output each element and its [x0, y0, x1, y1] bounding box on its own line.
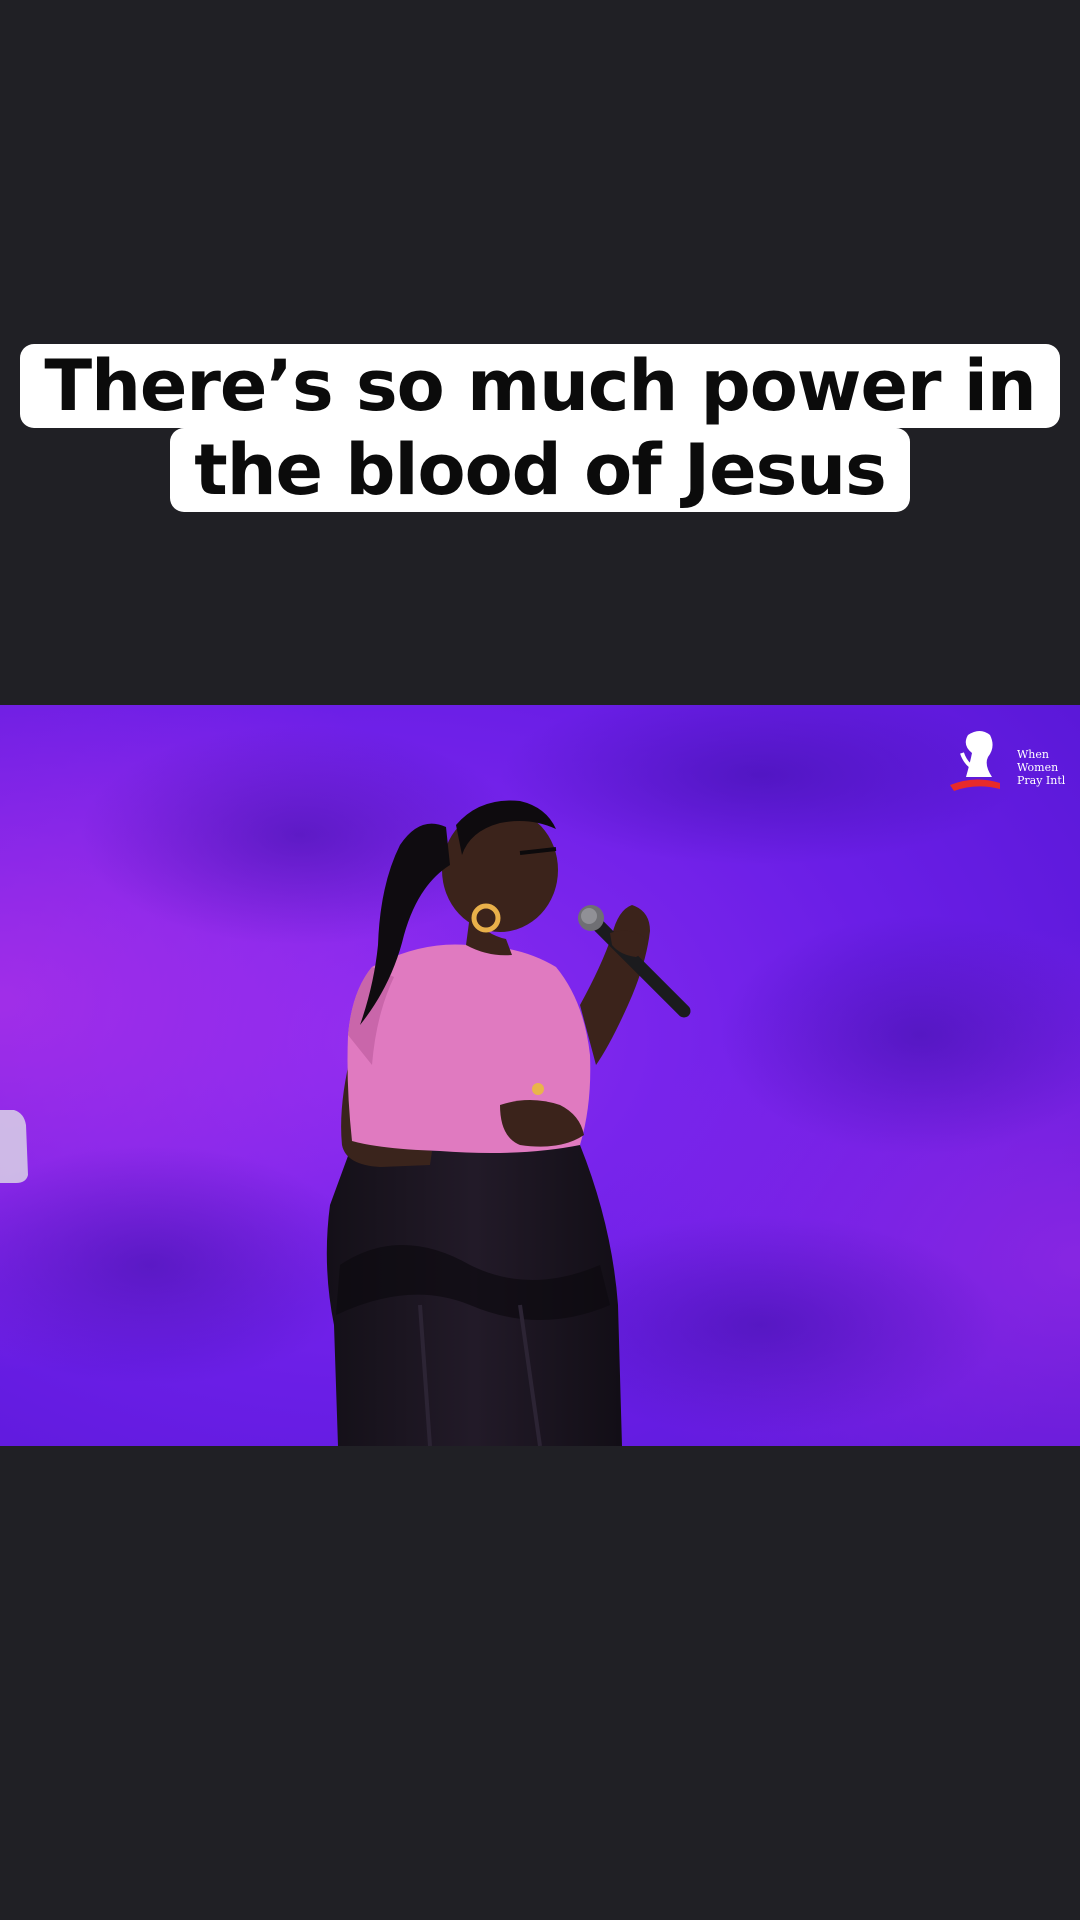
- watermark-line-3: Pray Intl: [1017, 774, 1066, 787]
- caption-line-1: There’s so much power in: [20, 344, 1060, 428]
- watermark-line-1: When: [1017, 748, 1049, 761]
- video-scene: [0, 705, 1080, 1446]
- watermark-line-2: Women: [1017, 761, 1059, 774]
- video-player[interactable]: [0, 705, 1080, 1446]
- caption-line-2: the blood of Jesus: [170, 428, 910, 512]
- video-post-frame: There’s so much power in the blood of Je…: [0, 0, 1080, 1920]
- watermark-text: When Women Pray Intl: [1017, 748, 1065, 787]
- caption: There’s so much power in the blood of Je…: [0, 344, 1080, 512]
